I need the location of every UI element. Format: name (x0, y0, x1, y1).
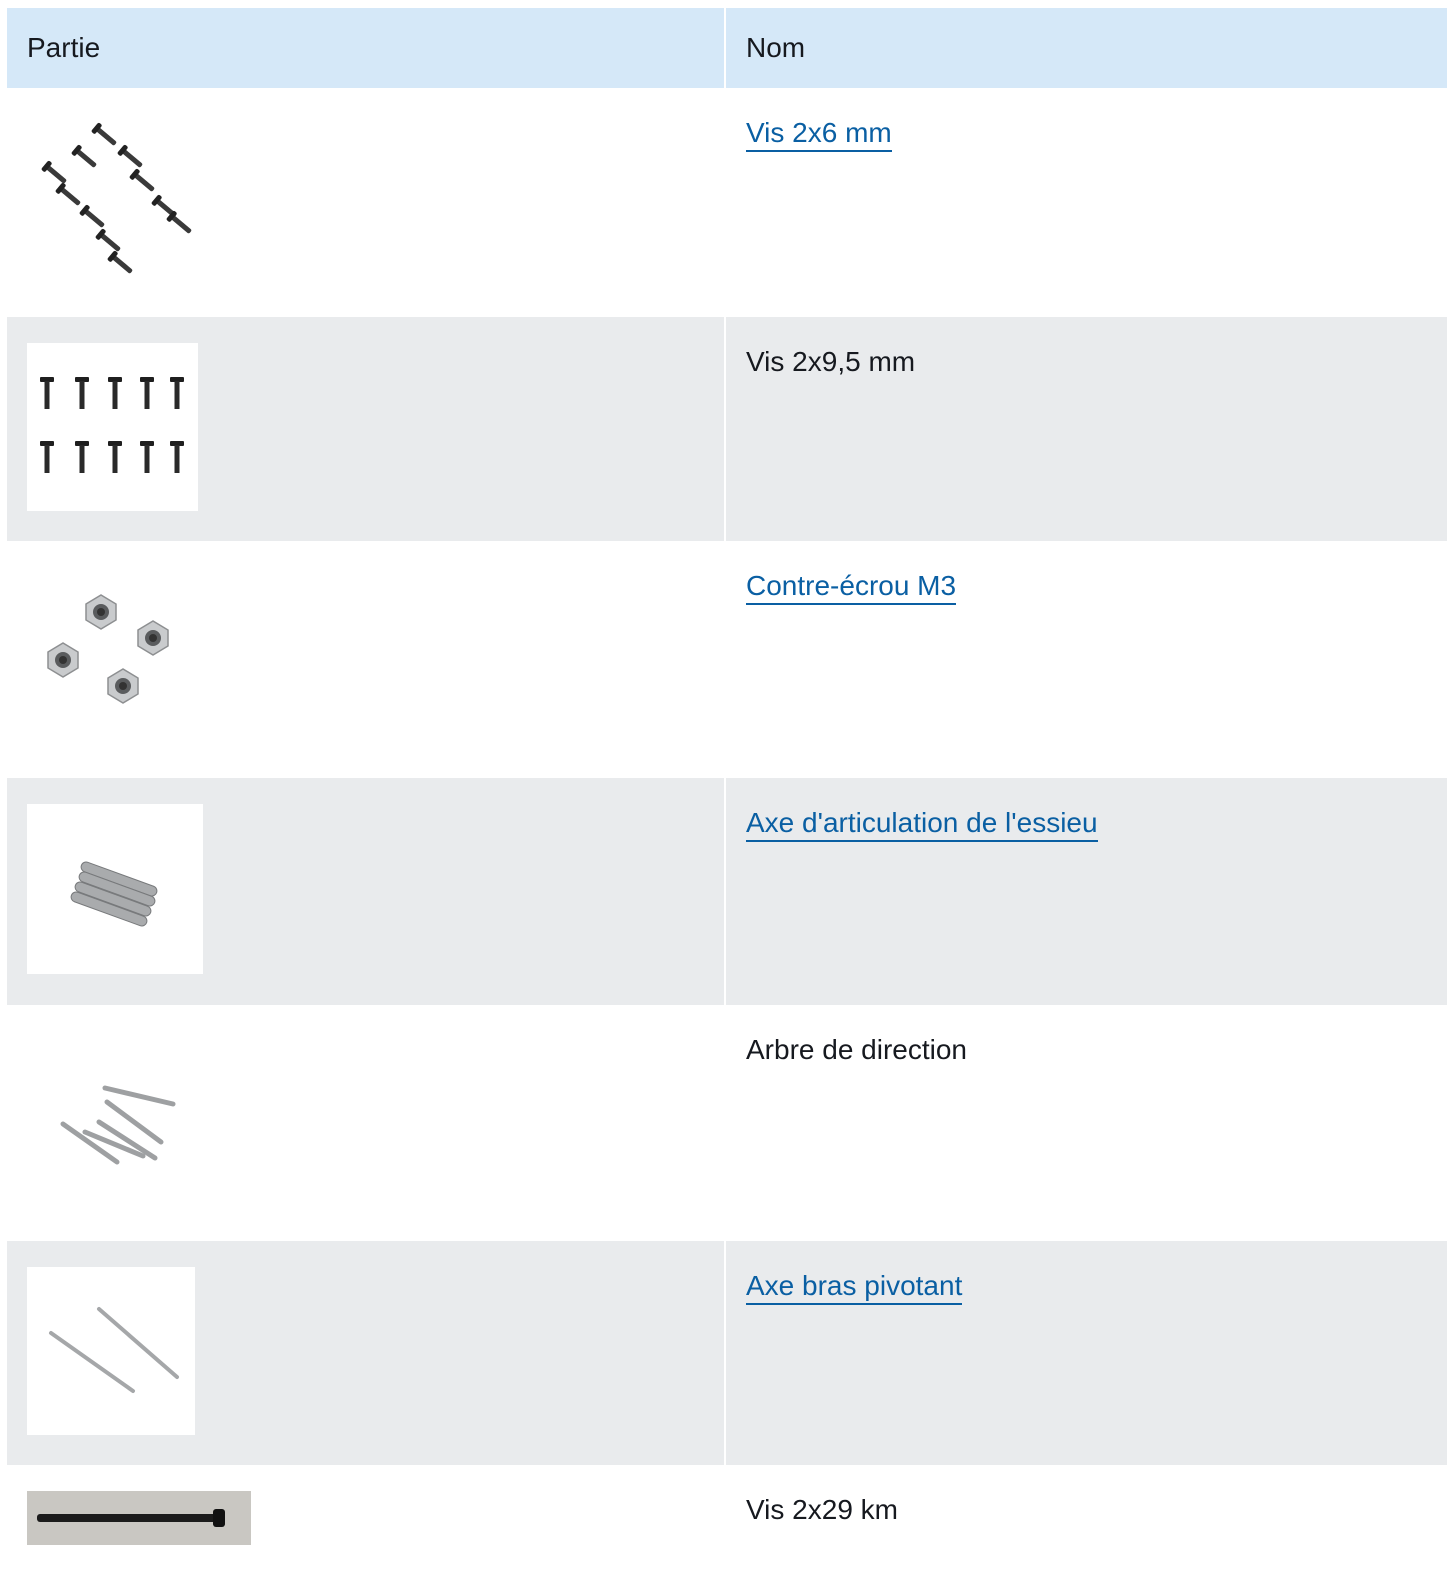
axle-hinge-pins-icon (27, 804, 203, 974)
table-header-row: Partie Nom (7, 8, 1447, 88)
part-name-link[interactable]: Contre-écrou M3 (746, 570, 957, 605)
part-name-text: Arbre de direction (746, 1034, 968, 1065)
part-image-cell (7, 1465, 726, 1588)
part-name-cell: Axe bras pivotant (725, 1241, 1447, 1465)
parts-table-container: Partie Nom Vis 2x6 mm Vis 2x9,5 mm Contr… (7, 8, 1447, 1588)
part-image-cell (7, 317, 726, 541)
part-name-cell: Vis 2x9,5 mm (725, 317, 1447, 541)
screw-2x29-icon (27, 1491, 251, 1545)
part-image-cell (7, 778, 726, 1005)
table-row: Vis 2x29 km (7, 1465, 1447, 1588)
part-image-cell (7, 541, 726, 778)
table-row: Arbre de direction (7, 1005, 1447, 1241)
column-header-part: Partie (7, 8, 726, 88)
part-image-cell (7, 1005, 726, 1241)
part-name-cell: Contre-écrou M3 (725, 541, 1447, 778)
part-name-text: Vis 2x29 km (746, 1494, 898, 1525)
part-name-text: Vis 2x9,5 mm (746, 346, 916, 377)
part-name-link[interactable]: Vis 2x6 mm (746, 117, 892, 152)
parts-table: Partie Nom Vis 2x6 mm Vis 2x9,5 mm Contr… (7, 8, 1447, 1588)
part-name-cell: Axe d'articulation de l'essieu (725, 778, 1447, 1005)
screws-2x6-icon (27, 115, 198, 286)
column-header-name: Nom (725, 8, 1447, 88)
part-name-cell: Vis 2x6 mm (725, 88, 1447, 317)
steering-shafts-icon (27, 1032, 193, 1210)
screws-2x9-5-icon (27, 343, 198, 511)
table-row: Vis 2x9,5 mm (7, 317, 1447, 541)
table-row: Contre-écrou M3 (7, 541, 1447, 778)
part-name-link[interactable]: Axe bras pivotant (746, 1270, 963, 1305)
lock-nuts-m3-icon (27, 568, 198, 746)
swing-arm-pins-icon (27, 1267, 195, 1435)
table-row: Vis 2x6 mm (7, 88, 1447, 317)
part-image-cell (7, 88, 726, 317)
part-name-link[interactable]: Axe d'articulation de l'essieu (746, 807, 1098, 842)
part-name-cell: Vis 2x29 km (725, 1465, 1447, 1588)
table-row: Axe d'articulation de l'essieu (7, 778, 1447, 1005)
table-row: Axe bras pivotant (7, 1241, 1447, 1465)
part-name-cell: Arbre de direction (725, 1005, 1447, 1241)
part-image-cell (7, 1241, 726, 1465)
